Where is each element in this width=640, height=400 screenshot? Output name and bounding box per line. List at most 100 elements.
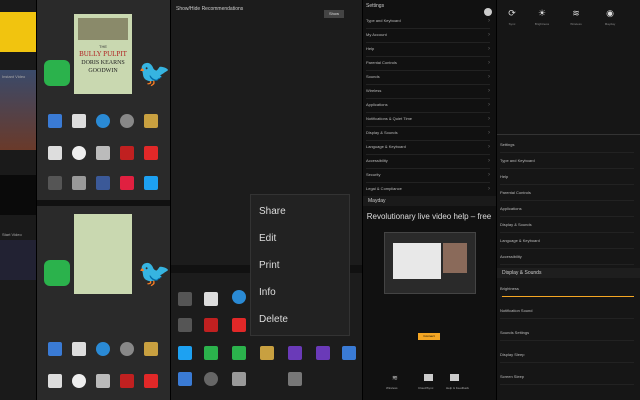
menu-item-info[interactable]: Info [251,276,349,303]
qs-row[interactable]: Accessibility [500,250,634,265]
cloud-icon[interactable] [424,374,433,381]
app-icon-g[interactable] [342,346,356,360]
settings-row[interactable]: Legal & Compliance › [366,182,490,197]
app-icon-f[interactable] [316,346,330,360]
app-icon-3[interactable] [48,342,62,356]
settings-row[interactable]: My Account › [366,28,490,43]
facebook-icon[interactable] [96,176,110,190]
settings-row[interactable]: Parental Controls › [366,56,490,71]
settings-row[interactable]: Notifications & Quiet Time › [366,112,490,127]
flipboard-icon-2[interactable] [144,374,158,388]
promo-banner-image[interactable] [0,12,36,52]
evernote-icon[interactable] [232,346,246,360]
menu-item-edit[interactable]: Edit [251,222,349,249]
display-row[interactable]: Notification Sound [500,304,634,319]
video-thumbnail-dark[interactable] [0,175,36,215]
settings-row[interactable]: Type and Keyboard › [366,14,490,29]
twitter-icon-2[interactable] [178,346,192,360]
sync-icon[interactable]: ⟳ [504,8,520,19]
mayday-icon[interactable]: ◉ [602,8,618,19]
qs-row[interactable]: Settings [500,138,634,153]
clock-icon-2[interactable] [72,374,86,388]
feedly-icon-2[interactable] [44,260,70,286]
imdb-icon[interactable] [260,346,274,360]
display-row-label: Display Sleep [500,352,525,357]
display-row[interactable]: Sounds Settings [500,326,634,341]
book-cover-2[interactable] [74,214,132,294]
store-icon[interactable] [144,114,158,128]
game-icon[interactable] [48,176,62,190]
settings-row[interactable]: Applications › [366,98,490,113]
calendar-icon-2[interactable] [48,374,62,388]
app-icon-j[interactable] [288,372,302,386]
settings-row[interactable]: Sounds › [366,70,490,85]
calendar-icon[interactable] [48,146,62,160]
flipboard-icon[interactable] [144,146,158,160]
twitter-bird-icon[interactable]: 🐦 [138,58,170,89]
search-bar[interactable] [36,200,170,206]
app-icon-e[interactable] [288,346,302,360]
display-row[interactable]: Screen Sleep [500,370,634,385]
video-thumbnail[interactable] [0,70,36,150]
settings-gear-icon[interactable] [204,372,218,386]
twitter-icon[interactable] [144,176,158,190]
help-icon-2[interactable] [96,342,110,356]
help-icon[interactable] [96,114,110,128]
settings-row[interactable]: Accessibility › [366,154,490,169]
contacts-icon[interactable] [96,146,110,160]
display-row-label: Notification Sound [500,308,533,313]
book-cover[interactable]: THE BULLY PULPIT DORIS KEARNS GOODWIN [74,14,132,94]
qs-row[interactable]: Type and Keyboard [500,154,634,169]
contacts-icon-2[interactable] [96,374,110,388]
app-icon-b[interactable] [204,292,218,306]
display-row[interactable]: Brightness [500,282,634,297]
app-icon-d[interactable] [204,318,218,332]
brightness-icon[interactable]: ☀ [534,8,550,19]
help-icon-3[interactable] [232,290,246,304]
app-icon-a[interactable] [178,292,192,306]
qs-label-wireless: Wireless [570,22,582,26]
wifi-icon[interactable]: ≋ [392,374,398,382]
brightness-slider[interactable] [502,296,634,297]
app-icon-i[interactable] [232,372,246,386]
app-icon-1[interactable] [48,114,62,128]
app-icon-c[interactable] [178,318,192,332]
show-button[interactable]: Show [324,10,344,18]
qs-label-mayday: Mayday [604,22,616,26]
app-icon-2[interactable] [72,176,86,190]
netflix-icon-2[interactable] [120,374,134,388]
display-row[interactable]: Display Sleep [500,348,634,363]
mayday-connect-button[interactable]: Connect [418,333,440,340]
help-feedback-icon[interactable] [450,374,459,381]
wireless-icon[interactable]: ≋ [568,8,584,19]
qs-row[interactable]: Display & Sounds [500,218,634,233]
settings-row[interactable]: Display & Sounds › [366,126,490,141]
settings-row[interactable]: Language & Keyboard › [366,140,490,155]
qs-row[interactable]: Language & Keyboard [500,234,634,249]
flipboard-icon-3[interactable] [232,318,246,332]
store-icon-2[interactable] [144,342,158,356]
qs-row[interactable]: Help [500,170,634,185]
settings-row[interactable]: Wireless › [366,84,490,99]
menu-item-print[interactable]: Print [251,249,349,276]
pocket-icon[interactable] [120,176,134,190]
menu-item-delete[interactable]: Delete [251,303,349,330]
netflix-icon[interactable] [120,146,134,160]
menu-item-share[interactable]: Share [251,195,349,222]
clock-icon[interactable] [72,146,86,160]
twitter-bird-icon-2[interactable]: 🐦 [138,258,170,289]
settings-row[interactable]: Security › [366,168,490,183]
qs-row[interactable]: Applications [500,202,634,217]
feedly-icon[interactable] [44,60,70,86]
settings-row[interactable]: Help › [366,42,490,57]
video-thumbnail-2[interactable] [0,240,36,280]
feedly-icon-3[interactable] [204,346,218,360]
camera-icon[interactable] [120,114,134,128]
settings-row-label: Type and Keyboard [366,18,401,23]
camera-icon-2[interactable] [120,342,134,356]
mail-icon[interactable] [72,114,86,128]
qs-row[interactable]: Parental Controls [500,186,634,201]
recommendations-title: Show/Hide Recommendations [176,6,244,12]
app-icon-h[interactable] [178,372,192,386]
mail-icon-2[interactable] [72,342,86,356]
